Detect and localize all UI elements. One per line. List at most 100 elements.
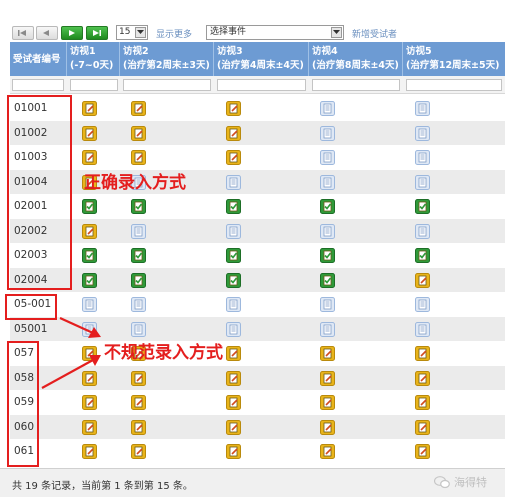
crf-status-yellow-icon[interactable] [415,444,430,459]
crf-status-blue-icon[interactable] [320,150,335,165]
crf-status-yellow-icon[interactable] [226,101,241,116]
prev-page-button[interactable] [36,26,58,40]
subject-id-cell[interactable]: 05001 [14,317,47,342]
column-header-visit-4[interactable]: 访视4 (治疗第8周末±4天) [309,42,403,76]
crf-status-green-icon[interactable] [226,248,241,263]
crf-status-yellow-icon[interactable] [131,419,146,435]
crf-status-blue-icon[interactable] [131,297,146,312]
column-header-visit-5[interactable]: 访视5 (治疗第12周末±5天) [403,42,505,76]
crf-status-blue-icon[interactable] [415,174,430,190]
crf-status-green-icon[interactable] [131,272,146,288]
crf-status-yellow-icon[interactable] [415,272,430,288]
crf-status-yellow-icon[interactable] [320,346,335,361]
crf-status-blue-icon[interactable] [415,321,430,337]
crf-status-green-icon[interactable] [320,272,335,288]
crf-status-yellow-icon[interactable] [82,125,97,141]
crf-status-blue-icon[interactable] [226,297,241,312]
crf-status-yellow-icon[interactable] [82,419,97,435]
crf-status-yellow-icon[interactable] [131,370,146,386]
crf-status-yellow-icon[interactable] [131,125,146,141]
crf-status-blue-icon[interactable] [320,321,335,337]
next-page-button[interactable] [61,26,83,40]
crf-status-blue-icon[interactable] [320,101,335,116]
crf-status-blue-icon[interactable] [415,150,430,165]
crf-status-green-icon[interactable] [131,199,146,214]
crf-status-yellow-icon[interactable] [226,395,241,410]
crf-status-yellow-icon[interactable] [226,150,241,165]
event-select[interactable]: 选择事件 [206,25,344,40]
crf-status-yellow-icon[interactable] [415,346,430,361]
page-size-select[interactable]: 15 [116,25,148,40]
crf-status-green-icon[interactable] [82,272,97,288]
column-header-visit-3[interactable]: 访视3 (治疗第4周末±4天) [214,42,309,76]
prev-page-icon [43,30,49,36]
crf-status-green-icon[interactable] [82,248,97,263]
show-more-link[interactable]: 显示更多 [156,27,192,40]
crf-status-yellow-icon[interactable] [82,444,97,459]
crf-status-yellow-icon[interactable] [226,419,241,435]
crf-status-yellow-icon[interactable] [131,101,146,116]
header-sublabel: (-7~0天) [70,60,114,71]
crf-status-yellow-icon[interactable] [226,346,241,361]
crf-status-green-icon[interactable] [226,272,241,288]
crf-status-yellow-icon[interactable] [320,444,335,459]
crf-status-blue-icon[interactable] [320,297,335,312]
crf-status-blue-icon[interactable] [131,321,146,337]
header-label: 访视3 [217,46,243,57]
crf-status-yellow-icon[interactable] [226,125,241,141]
chevron-down-icon [331,27,342,38]
header-label: 访视5 [406,46,432,57]
crf-status-green-icon[interactable] [320,248,335,263]
crf-status-yellow-icon[interactable] [82,223,97,239]
crf-status-blue-icon[interactable] [82,297,97,312]
crf-status-yellow-icon[interactable] [131,395,146,410]
crf-status-blue-icon[interactable] [226,321,241,337]
filter-input-visit-5[interactable] [406,79,502,91]
crf-status-blue-icon[interactable] [82,321,97,337]
crf-status-yellow-icon[interactable] [131,150,146,165]
crf-status-yellow-icon[interactable] [320,395,335,410]
filter-input-visit-2[interactable] [123,79,211,91]
crf-status-yellow-icon[interactable] [226,444,241,459]
column-header-subject-id[interactable]: 受试者编号 [10,42,67,76]
table-row: 02003 [10,243,505,268]
crf-status-green-icon[interactable] [415,199,430,214]
crf-status-yellow-icon[interactable] [320,370,335,386]
crf-status-green-icon[interactable] [415,248,430,263]
crf-status-green-icon[interactable] [131,248,146,263]
crf-status-blue-icon[interactable] [320,174,335,190]
crf-status-yellow-icon[interactable] [415,370,430,386]
crf-status-green-icon[interactable] [320,199,335,214]
filter-input-visit-1[interactable] [70,79,118,91]
table-row: 05-001 [10,292,505,317]
column-header-visit-2[interactable]: 访视2 (治疗第2周末±3天) [120,42,214,76]
crf-status-blue-icon[interactable] [226,223,241,239]
crf-status-blue-icon[interactable] [131,223,146,239]
crf-status-yellow-icon[interactable] [415,419,430,435]
filter-input-visit-3[interactable] [217,79,306,91]
crf-status-green-icon[interactable] [82,199,97,214]
last-page-button[interactable] [86,26,108,40]
crf-status-yellow-icon[interactable] [82,370,97,386]
crf-status-yellow-icon[interactable] [131,444,146,459]
column-header-visit-1[interactable]: 访视1 (-7~0天) [67,42,120,76]
crf-status-blue-icon[interactable] [415,101,430,116]
crf-status-yellow-icon[interactable] [226,370,241,386]
crf-status-blue-icon[interactable] [226,174,241,190]
crf-status-yellow-icon[interactable] [82,150,97,165]
filter-input-visit-4[interactable] [312,79,400,91]
crf-status-yellow-icon[interactable] [82,395,97,410]
filter-input-subject-id[interactable] [12,79,64,91]
crf-status-blue-icon[interactable] [320,223,335,239]
crf-status-yellow-icon[interactable] [82,101,97,116]
crf-status-blue-icon[interactable] [415,223,430,239]
crf-status-blue-icon[interactable] [415,297,430,312]
crf-status-blue-icon[interactable] [320,125,335,141]
add-subject-link[interactable]: 新增受试者 [352,27,397,40]
crf-status-blue-icon[interactable] [415,125,430,141]
crf-status-yellow-icon[interactable] [320,419,335,435]
first-page-button[interactable] [12,26,34,40]
crf-status-yellow-icon[interactable] [415,395,430,410]
crf-status-yellow-icon[interactable] [82,346,97,361]
crf-status-green-icon[interactable] [226,199,241,214]
